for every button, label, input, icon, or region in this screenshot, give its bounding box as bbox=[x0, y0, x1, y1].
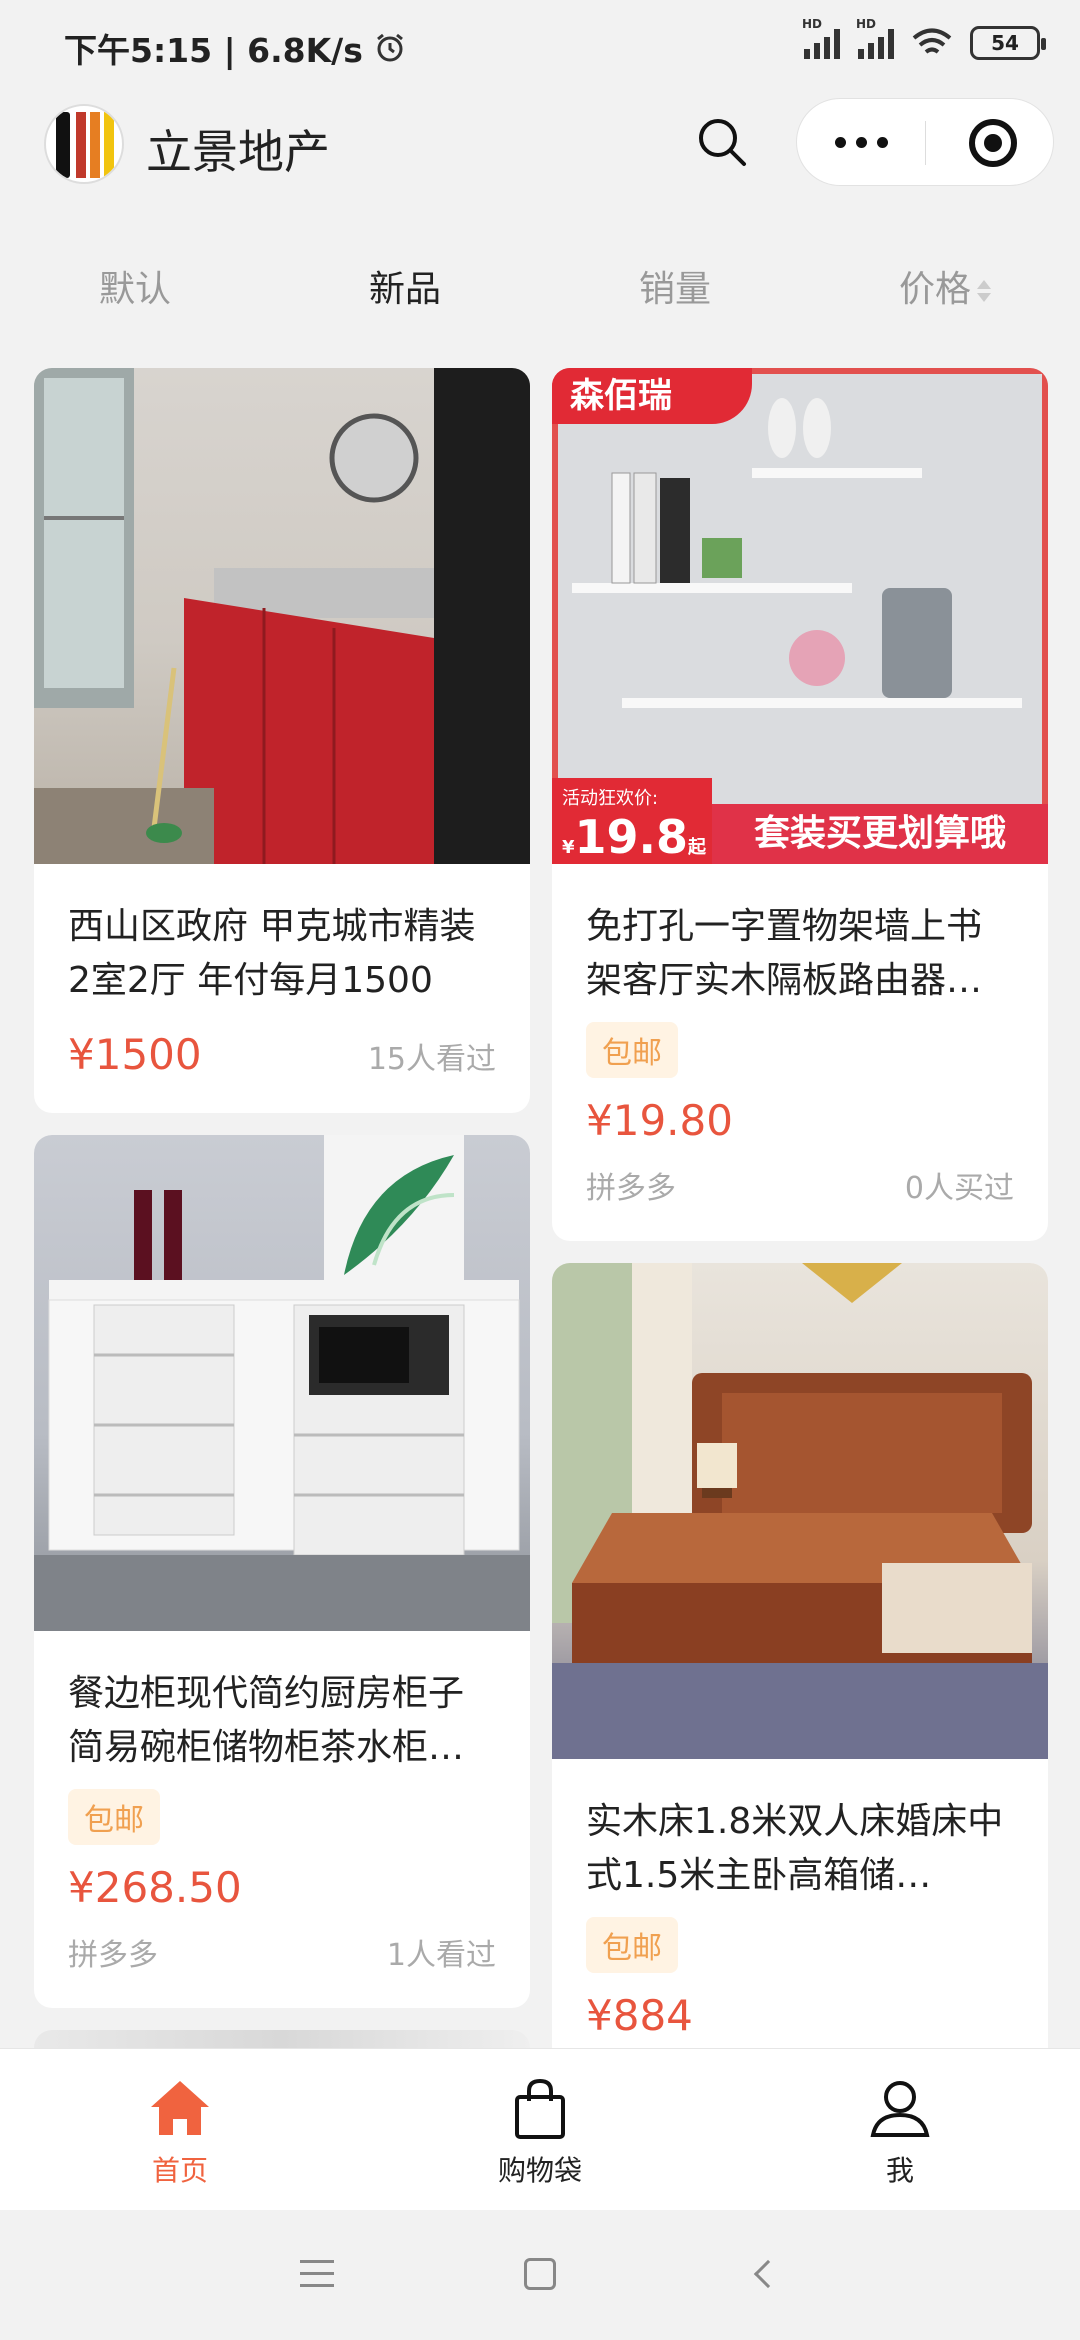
page-title: 立景地产 bbox=[146, 125, 330, 179]
more-button[interactable] bbox=[797, 99, 925, 185]
banner-brand: 森佰瑞 bbox=[570, 376, 672, 416]
system-nav-bar bbox=[0, 2210, 1080, 2340]
free-shipping-badge: 包邮 bbox=[68, 1789, 160, 1845]
brand-logo bbox=[44, 104, 124, 184]
product-column-right: 森佰瑞 活动狂欢价: ¥19.8起 套装买更划算哦 免打孔一字置物架墙上书架客厅… bbox=[552, 368, 1048, 2096]
product-views: 15人看过 bbox=[367, 1042, 496, 1077]
shopping-bag-icon bbox=[515, 2078, 565, 2139]
kitchen-photo bbox=[34, 368, 530, 864]
status-icons: HD HD 54 bbox=[802, 17, 1046, 60]
app-header: 立景地产 bbox=[0, 96, 1080, 192]
status-bar: 下午5:15 | 6.8K/s HD HD 54 bbox=[0, 0, 1080, 90]
product-card[interactable]: 森佰瑞 活动狂欢价: ¥19.8起 套装买更划算哦 免打孔一字置物架墙上书架客厅… bbox=[552, 368, 1048, 1241]
home-nav-icon[interactable] bbox=[524, 2258, 556, 2290]
tab-me[interactable]: 我 bbox=[720, 2049, 1080, 2210]
product-title: 餐边柜现代简约厨房柜子简易碗柜储物柜茶水柜… bbox=[68, 1673, 465, 1768]
product-price: ¥19.80 bbox=[586, 1096, 733, 1145]
banner-price-unit: 起 bbox=[688, 837, 707, 858]
tab-home-label: 首页 bbox=[151, 2154, 208, 2187]
meta-row: 拼多多 1人看过 bbox=[68, 1930, 496, 1974]
banner-slogan: 套装买更划算哦 bbox=[712, 804, 1048, 864]
tab-me-label: 我 bbox=[885, 2154, 914, 2187]
product-card[interactable]: 餐边柜现代简约厨房柜子简易碗柜储物柜茶水柜… 包邮 ¥268.50 拼多多 1人… bbox=[34, 1135, 530, 2008]
signal-icon-2: HD bbox=[856, 17, 894, 59]
product-price: ¥1500 bbox=[68, 1030, 202, 1079]
product-column-left: 西山区政府 甲克城市精装2室2厅 年付每月1500 ¥1500 15人看过 餐边… bbox=[34, 368, 530, 2092]
product-info: 西山区政府 甲克城市精装2室2厅 年付每月1500 ¥1500 15人看过 bbox=[34, 864, 530, 1113]
home-icon bbox=[151, 2081, 209, 2135]
bottom-tab-bar: 首页 购物袋 我 bbox=[0, 2048, 1080, 2210]
capsule-divider bbox=[925, 121, 926, 165]
product-price: ¥884 bbox=[586, 1991, 693, 2040]
tab-bag[interactable]: 购物袋 bbox=[360, 2049, 720, 2210]
product-views: 1人看过 bbox=[386, 1938, 496, 1973]
product-image bbox=[552, 1263, 1048, 1759]
product-sold: 0人买过 bbox=[904, 1171, 1014, 1206]
tab-price-label: 价格 bbox=[898, 269, 971, 310]
meta-row: 拼多多 0人买过 bbox=[586, 1163, 1014, 1207]
product-card[interactable]: 实木床1.8米双人床婚床中式1.5米主卧高箱储… 包邮 ¥884 bbox=[552, 1263, 1048, 2074]
status-time-text: 下午5:15 | 6.8K/s bbox=[64, 31, 363, 70]
tab-home[interactable]: 首页 bbox=[0, 2049, 360, 2210]
miniapp-capsule bbox=[796, 98, 1054, 186]
battery-level: 54 bbox=[991, 31, 1019, 55]
tab-default[interactable]: 默认 bbox=[0, 250, 270, 330]
tab-new[interactable]: 新品 bbox=[270, 250, 540, 330]
tab-sales[interactable]: 销量 bbox=[540, 250, 810, 330]
product-info: 餐边柜现代简约厨房柜子简易碗柜储物柜茶水柜… 包邮 ¥268.50 拼多多 1人… bbox=[34, 1631, 530, 2008]
tab-price[interactable]: 价格 bbox=[810, 250, 1080, 330]
battery-icon: 54 bbox=[970, 26, 1046, 60]
tab-bag-label: 购物袋 bbox=[497, 2154, 582, 2187]
search-button[interactable] bbox=[692, 112, 752, 172]
product-image bbox=[34, 368, 530, 864]
product-card[interactable]: 西山区政府 甲克城市精装2室2厅 年付每月1500 ¥1500 15人看过 bbox=[34, 368, 530, 1113]
product-image bbox=[34, 1135, 530, 1631]
sort-bar: 默认 新品 销量 价格 bbox=[0, 250, 1080, 330]
sort-arrows-icon bbox=[977, 278, 991, 304]
product-source: 拼多多 bbox=[68, 1938, 158, 1973]
status-time: 下午5:15 | 6.8K/s bbox=[64, 24, 407, 72]
wifi-icon bbox=[912, 28, 952, 54]
product-title: 西山区政府 甲克城市精装2室2厅 年付每月1500 bbox=[68, 906, 476, 1001]
product-info: 实木床1.8米双人床婚床中式1.5米主卧高箱储… 包邮 ¥884 bbox=[552, 1759, 1048, 2074]
more-dots-icon bbox=[834, 136, 846, 148]
product-title: 免打孔一字置物架墙上书架客厅实木隔板路由器… bbox=[586, 906, 983, 1001]
banner-promo-label: 活动狂欢价: bbox=[562, 788, 659, 809]
product-info: 免打孔一字置物架墙上书架客厅实木隔板路由器… 包邮 ¥19.80 拼多多 0人买… bbox=[552, 864, 1048, 1241]
product-title: 实木床1.8米双人床婚床中式1.5米主卧高箱储… bbox=[586, 1801, 1004, 1896]
free-shipping-badge: 包邮 bbox=[586, 1917, 678, 1973]
price-row: ¥1500 15人看过 bbox=[68, 1030, 496, 1079]
brand-banner: 森佰瑞 bbox=[552, 368, 752, 424]
signal-icon: HD bbox=[802, 17, 840, 59]
free-shipping-badge: 包邮 bbox=[586, 1022, 678, 1078]
product-image: 森佰瑞 活动狂欢价: ¥19.8起 套装买更划算哦 bbox=[552, 368, 1048, 864]
product-source: 拼多多 bbox=[586, 1171, 676, 1206]
promo-banner: 活动狂欢价: ¥19.8起 套装买更划算哦 bbox=[552, 778, 1048, 864]
user-icon bbox=[870, 2081, 930, 2137]
product-price: ¥268.50 bbox=[68, 1863, 242, 1912]
banner-price: 19.8 bbox=[574, 810, 689, 864]
bed-photo bbox=[552, 1263, 1048, 1759]
alarm-icon bbox=[376, 33, 403, 62]
menu-nav-icon[interactable] bbox=[300, 2260, 334, 2290]
search-icon bbox=[699, 119, 746, 166]
cabinet-photo bbox=[34, 1135, 530, 1631]
close-miniapp-button[interactable] bbox=[969, 119, 1017, 167]
back-nav-icon[interactable] bbox=[753, 2259, 783, 2289]
